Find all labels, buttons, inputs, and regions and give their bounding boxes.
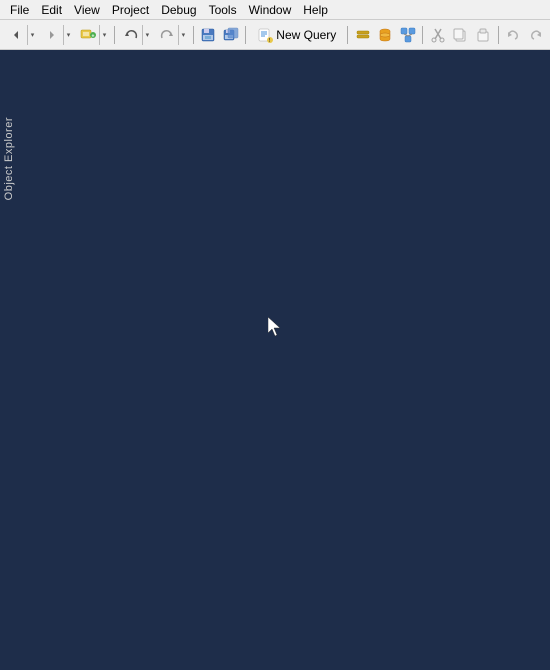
main-content-area: Object Explorer bbox=[0, 52, 550, 670]
copy-button[interactable] bbox=[450, 24, 471, 46]
connect-icon: + bbox=[77, 25, 99, 45]
connect-dropdown-arrow[interactable]: ▾ bbox=[99, 25, 109, 45]
toolbar: ▾ ▾ + ▾ ▾ bbox=[0, 20, 550, 50]
back-icon bbox=[5, 25, 27, 45]
redo-button[interactable]: ▾ bbox=[155, 24, 189, 46]
forward-dropdown-arrow[interactable]: ▾ bbox=[63, 25, 73, 45]
menu-edit[interactable]: Edit bbox=[35, 1, 68, 19]
menu-project[interactable]: Project bbox=[106, 1, 155, 19]
new-query-icon: ! bbox=[257, 27, 273, 43]
object-explorer-label: Object Explorer bbox=[3, 117, 15, 200]
cut-button[interactable] bbox=[427, 24, 448, 46]
undo-button[interactable]: ▾ bbox=[119, 24, 153, 46]
back-dropdown-arrow[interactable]: ▾ bbox=[27, 25, 37, 45]
undo-standalone-button[interactable] bbox=[503, 24, 524, 46]
separator-6 bbox=[498, 26, 499, 44]
menubar: File Edit View Project Debug Tools Windo… bbox=[0, 0, 550, 20]
separator-4 bbox=[347, 26, 348, 44]
menu-debug[interactable]: Debug bbox=[155, 1, 202, 19]
save-button[interactable] bbox=[198, 24, 219, 46]
new-query-button[interactable]: ! New Query bbox=[250, 24, 343, 46]
forward-icon bbox=[41, 25, 63, 45]
menu-view[interactable]: View bbox=[68, 1, 106, 19]
schema-button[interactable] bbox=[398, 24, 419, 46]
cursor-indicator bbox=[268, 317, 284, 340]
separator-3 bbox=[245, 26, 246, 44]
svg-text:+: + bbox=[92, 33, 95, 39]
redo-standalone-button[interactable] bbox=[525, 24, 546, 46]
object-explorer-tab[interactable]: Object Explorer bbox=[0, 104, 18, 214]
menu-help[interactable]: Help bbox=[297, 1, 334, 19]
redo-icon bbox=[156, 25, 178, 45]
connect-button[interactable]: + ▾ bbox=[76, 24, 110, 46]
redo-dropdown-arrow[interactable]: ▾ bbox=[178, 25, 188, 45]
paste-button[interactable] bbox=[473, 24, 494, 46]
separator-5 bbox=[422, 26, 423, 44]
forward-button[interactable]: ▾ bbox=[40, 24, 74, 46]
undo-dropdown-arrow[interactable]: ▾ bbox=[142, 25, 152, 45]
save-all-button[interactable] bbox=[221, 24, 242, 46]
new-query-label: New Query bbox=[276, 28, 336, 42]
undo-icon bbox=[120, 25, 142, 45]
menu-tools[interactable]: Tools bbox=[203, 1, 243, 19]
connect-db-button[interactable] bbox=[352, 24, 373, 46]
menu-window[interactable]: Window bbox=[243, 1, 298, 19]
menu-file[interactable]: File bbox=[4, 1, 35, 19]
separator-1 bbox=[114, 26, 115, 44]
database-button[interactable] bbox=[375, 24, 396, 46]
separator-2 bbox=[193, 26, 194, 44]
back-button[interactable]: ▾ bbox=[4, 24, 38, 46]
